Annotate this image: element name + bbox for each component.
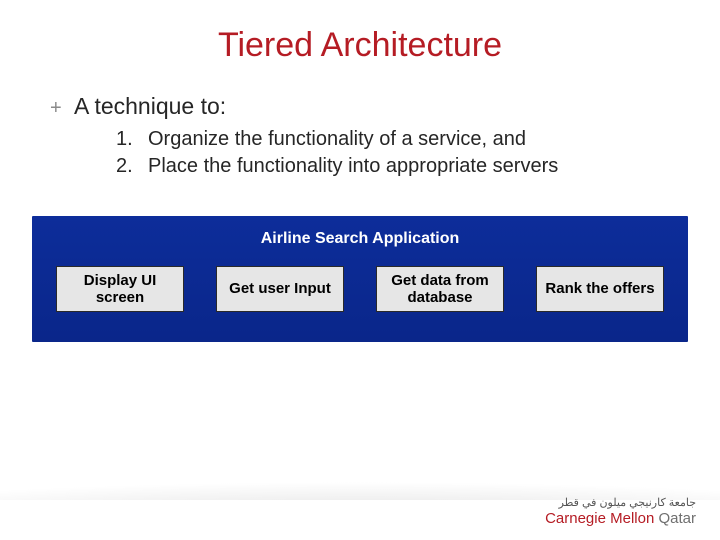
application-diagram: Airline Search Application Display UI sc…	[32, 216, 688, 342]
logo-carnegie-mellon: Carnegie Mellon	[545, 510, 654, 527]
component-box: Rank the offers	[536, 266, 664, 312]
ordered-list: 1. Organize the functionality of a servi…	[50, 126, 670, 180]
list-text: Organize the functionality of a service,…	[148, 126, 526, 153]
diagram-title: Airline Search Application	[56, 230, 664, 248]
logo-qatar: Qatar	[654, 510, 696, 527]
list-number: 1.	[116, 126, 138, 153]
plus-icon: +	[50, 97, 64, 120]
diagram-boxes: Display UI screen Get user Input Get dat…	[56, 266, 664, 312]
footer-logo: جامعة كارنيجي ميلون في قطر Carnegie Mell…	[545, 498, 696, 526]
decorative-swoosh	[0, 440, 720, 500]
bullet-item: + A technique to:	[50, 93, 670, 120]
content-area: + A technique to: 1. Organize the functi…	[0, 65, 720, 180]
component-box: Get user Input	[216, 266, 344, 312]
component-box: Get data from database	[376, 266, 504, 312]
list-item: 2. Place the functionality into appropri…	[116, 153, 670, 180]
list-text: Place the functionality into appropriate…	[148, 153, 558, 180]
slide-title: Tiered Architecture	[0, 0, 720, 65]
component-box: Display UI screen	[56, 266, 184, 312]
logo-arabic-text: جامعة كارنيجي ميلون في قطر	[545, 498, 696, 509]
bullet-text: A technique to:	[74, 93, 226, 120]
list-item: 1. Organize the functionality of a servi…	[116, 126, 670, 153]
logo-english-text: Carnegie Mellon Qatar	[545, 511, 696, 526]
list-number: 2.	[116, 153, 138, 180]
